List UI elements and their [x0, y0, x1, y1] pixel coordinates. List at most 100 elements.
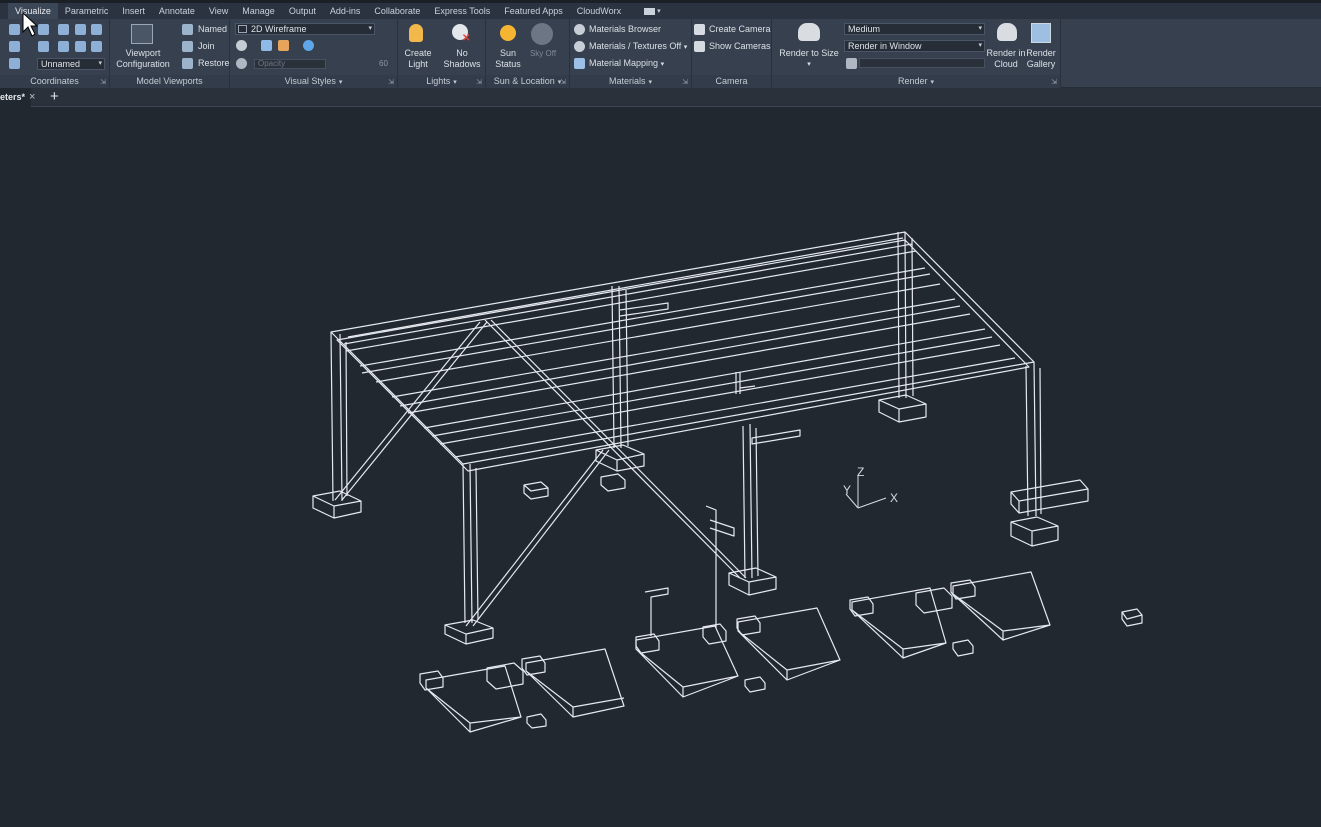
material-mapping-icon[interactable] — [574, 58, 585, 69]
join-viewports-button[interactable]: Join — [198, 41, 215, 51]
render-to-size-button[interactable]: Render to Size — [778, 48, 840, 59]
tab-annotate[interactable]: Annotate — [152, 3, 202, 19]
tab-view[interactable]: View — [202, 3, 235, 19]
render-environment-icon[interactable] — [846, 58, 857, 69]
ucs-view-icon[interactable] — [9, 41, 20, 52]
panel-title-camera: Camera — [692, 75, 771, 88]
dialog-launcher-icon[interactable]: ⇲ — [476, 78, 482, 86]
material-mapping-button[interactable]: Material Mapping ▾ — [589, 58, 664, 68]
tab-express-tools[interactable]: Express Tools — [427, 3, 497, 19]
named-viewports-button[interactable]: Named — [198, 24, 227, 34]
ucs-icon[interactable] — [9, 24, 20, 35]
render-cloud-icon[interactable] — [997, 23, 1017, 41]
lighting-icon[interactable] — [278, 40, 289, 51]
footing-1 — [312, 490, 362, 519]
ucs-origin-icon[interactable] — [38, 41, 49, 52]
restore-viewports-button[interactable]: Restore — [198, 58, 230, 68]
footing-2 — [444, 619, 494, 645]
chevron-down-icon[interactable]: ▾ — [805, 59, 813, 70]
sun-icon[interactable] — [500, 25, 516, 41]
tab-add-ins[interactable]: Add-ins — [323, 3, 368, 19]
join-viewports-icon[interactable] — [182, 41, 193, 52]
plate-6 — [526, 713, 547, 729]
chevron-down-icon[interactable]: ▾ — [339, 79, 343, 86]
dialog-launcher-icon[interactable]: ⇲ — [388, 78, 394, 86]
render-output-value: Render in Window — [848, 41, 922, 51]
light-bulb-icon[interactable] — [409, 24, 423, 42]
create-light-button[interactable]: Create Light — [400, 48, 436, 70]
show-cameras-icon[interactable] — [694, 41, 705, 52]
opacity-slider[interactable]: Opacity — [254, 59, 326, 69]
sun-status-button[interactable]: Sun Status — [490, 48, 526, 70]
new-tab-plus-icon[interactable]: + — [50, 88, 59, 106]
chevron-down-icon[interactable]: ▾ — [657, 7, 661, 15]
wireframe-style-icon — [238, 25, 247, 33]
dialog-launcher-icon[interactable]: ⇲ — [1051, 78, 1057, 86]
file-tab[interactable]: eters* — [0, 88, 32, 107]
chevron-down-icon: ▾ — [368, 25, 372, 32]
model-viewport[interactable]: Z Y X — [0, 108, 1321, 827]
materials-textures-icon[interactable] — [574, 41, 585, 52]
materials-browser-button[interactable]: Materials Browser — [589, 24, 661, 34]
tab-collaborate[interactable]: Collaborate — [367, 3, 427, 19]
ucs-zaxis-icon[interactable] — [58, 41, 69, 52]
tab-featured-apps[interactable]: Featured Apps — [497, 3, 570, 19]
column-front-mid-right — [742, 423, 759, 579]
chevron-down-icon[interactable]: ▾ — [931, 79, 935, 86]
chevron-down-icon[interactable]: ▾ — [649, 79, 653, 86]
tab-insert[interactable]: Insert — [115, 3, 152, 19]
tab-parametric[interactable]: Parametric — [58, 3, 116, 19]
dialog-launcher-icon[interactable]: ⇲ — [682, 78, 688, 86]
render-gallery-icon[interactable] — [1031, 23, 1051, 43]
ucs-face-icon[interactable] — [75, 24, 86, 35]
face-style-icon[interactable] — [261, 40, 272, 51]
edge-style-icon[interactable] — [236, 40, 247, 51]
ribbon-display-toggle-icon[interactable] — [644, 7, 656, 15]
plate-1 — [419, 670, 444, 691]
named-viewports-icon[interactable] — [182, 24, 193, 35]
show-cameras-button[interactable]: Show Cameras — [709, 41, 771, 51]
materials-textures-button[interactable]: Materials / Textures Off ▾ — [589, 41, 687, 51]
tab-manage[interactable]: Manage — [235, 3, 282, 19]
tab-output[interactable]: Output — [282, 3, 323, 19]
wireframe-model[interactable]: Z Y X — [0, 108, 1321, 827]
render-output-combo[interactable]: Render in Window ▾ — [844, 40, 985, 52]
visual-style-combo[interactable]: 2D Wireframe ▾ — [235, 23, 375, 35]
close-icon[interactable]: × — [29, 88, 35, 107]
plate-18 — [952, 639, 974, 657]
file-tab-label: eters* — [0, 92, 26, 102]
dialog-launcher-icon[interactable]: ⇲ — [560, 78, 566, 86]
teapot-icon[interactable] — [798, 23, 820, 41]
panel-title-materials: Materials ▾ — [570, 75, 691, 88]
ucs-object-icon[interactable] — [91, 24, 102, 35]
ucs-axes-icon — [845, 476, 887, 509]
render-gallery-button[interactable]: Render Gallery — [1024, 48, 1058, 70]
color-icon[interactable] — [303, 40, 314, 51]
panel-title-text: Lights — [426, 76, 451, 86]
render-exposure-slider[interactable] — [859, 58, 985, 68]
ucs-named-combo[interactable]: Unnamed ▾ — [37, 58, 105, 70]
chevron-down-icon[interactable]: ▾ — [453, 79, 457, 86]
viewport-configuration-icon[interactable] — [131, 24, 153, 44]
ucs-3point-icon[interactable] — [75, 41, 86, 52]
create-camera-button[interactable]: Create Camera — [709, 24, 771, 34]
dialog-launcher-icon[interactable]: ⇲ — [100, 78, 106, 86]
render-in-cloud-button[interactable]: Render in Cloud — [985, 48, 1027, 70]
ucs-icon-properties-icon[interactable] — [9, 58, 20, 69]
no-shadows-button[interactable]: No Shadows — [442, 48, 482, 70]
panel-materials: Materials Browser Materials / Textures O… — [570, 19, 692, 88]
column-right-front — [1025, 361, 1042, 517]
ucs-rotate-icon[interactable] — [91, 41, 102, 52]
render-quality-combo[interactable]: Medium ▾ — [844, 23, 985, 35]
ucs-world-icon[interactable] — [38, 24, 49, 35]
materials-browser-icon[interactable] — [574, 24, 585, 35]
ucs-previous-icon[interactable] — [58, 24, 69, 35]
tab-cloudworx[interactable]: CloudWorx — [570, 3, 628, 19]
viewport-configuration-button[interactable]: Viewport Configuration — [115, 48, 171, 70]
xray-toggle-icon[interactable] — [236, 58, 247, 69]
restore-viewports-icon[interactable] — [182, 58, 193, 69]
panel-title-lights: Lights ▾ — [398, 75, 485, 88]
plate-2 — [425, 665, 522, 733]
create-camera-icon[interactable] — [694, 24, 705, 35]
column-left-front — [330, 331, 348, 502]
